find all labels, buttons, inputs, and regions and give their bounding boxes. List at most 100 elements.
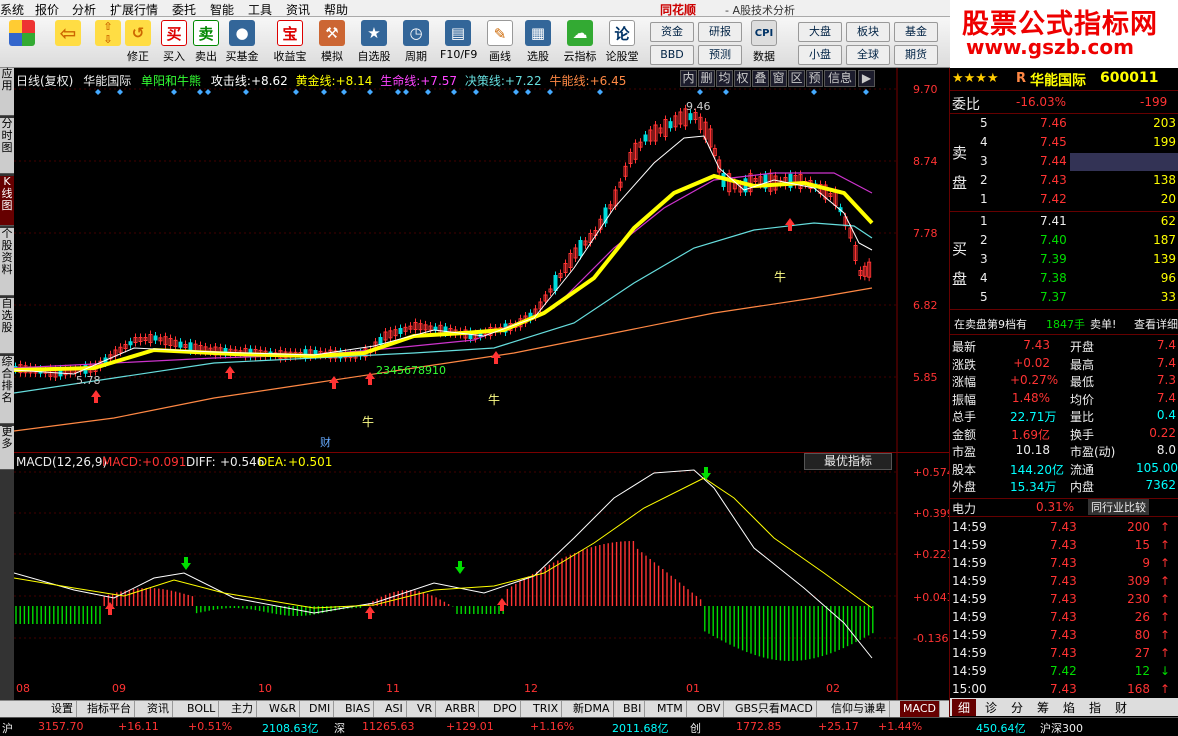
sell-button[interactable]: 卖卖出 — [188, 19, 224, 66]
stock-picker-button[interactable]: ▦ 选股 — [520, 19, 556, 66]
stat-value-2: 7362 — [1145, 478, 1176, 492]
tab-new-dma[interactable]: 新DMA — [570, 701, 614, 717]
sector-button[interactable]: 板块 — [846, 22, 890, 42]
ask-price: 7.46 — [1040, 116, 1067, 130]
menu-trade[interactable]: 委托 — [172, 1, 196, 18]
ask-price: 7.44 — [1040, 154, 1067, 168]
fund-button[interactable]: 基金 — [894, 22, 938, 42]
research-button[interactable]: 研报 — [698, 22, 742, 42]
tab-macd[interactable]: MACD — [900, 701, 940, 717]
menu-system[interactable]: 系统 — [0, 1, 24, 18]
tab-arbr[interactable]: ARBR — [442, 701, 480, 717]
bbd-button[interactable]: BBD — [650, 45, 694, 65]
sh-amount: 2108.63亿 — [262, 722, 319, 735]
tab-vr[interactable]: VR — [414, 701, 437, 717]
buy-fund-button[interactable]: ● 买基金 — [224, 19, 260, 66]
tab-news[interactable]: 资讯 — [144, 701, 173, 717]
sz-change: +129.01 — [446, 720, 494, 733]
bid-price: 7.41 — [1040, 214, 1067, 228]
forecast-button[interactable]: 预测 — [698, 45, 742, 65]
tab-chips[interactable]: 筹 — [1032, 699, 1054, 716]
tab-split[interactable]: 分 — [1006, 699, 1028, 716]
tab-dpo[interactable]: DPO — [490, 701, 521, 717]
tab-more[interactable]: 更多 — [0, 426, 14, 470]
sequence-annotation: 2345678910 — [376, 364, 446, 377]
tick-time: 14:59 — [952, 592, 987, 606]
buy-button[interactable]: 买买入 — [156, 19, 192, 66]
tab-finance[interactable]: 财 — [1110, 699, 1132, 716]
futures-button[interactable]: 期货 — [894, 45, 938, 65]
chart-area[interactable]: 日线(复权) 华能国际 单阳和牛熊 攻击线:+8.62 黄金线:+8.14 生命… — [14, 68, 954, 700]
tab-stock-info[interactable]: 个股资料 — [0, 228, 14, 296]
tab-main-force[interactable]: 主力 — [228, 701, 257, 717]
tab-boll[interactable]: BOLL — [184, 701, 220, 717]
tab-intraday[interactable]: 分时图 — [0, 118, 14, 174]
tab-index[interactable]: 指 — [1084, 699, 1106, 716]
signal-diamond — [513, 89, 519, 95]
tab-diagnose[interactable]: 诊 — [980, 699, 1002, 716]
l2-detail-link[interactable]: 查看详细 — [1134, 316, 1178, 332]
signal-diamonds — [95, 89, 869, 95]
signal-diamond — [243, 89, 249, 95]
tab-apps[interactable]: 应用 — [0, 68, 14, 116]
tab-indicator-platform[interactable]: 指标平台 — [84, 701, 135, 717]
tab-bbi[interactable]: BBI — [620, 701, 646, 717]
tab-bias[interactable]: BIAS — [342, 701, 375, 717]
data-button[interactable]: CPI 数据 — [746, 19, 782, 66]
cloud-indicator-label: 云指标 — [563, 50, 597, 63]
cloud-indicator-button[interactable]: ☁ 云指标 — [562, 19, 598, 66]
menu-news[interactable]: 资讯 — [286, 1, 310, 18]
forum-button[interactable]: 论论股堂 — [604, 19, 640, 66]
bid-price: 7.38 — [1040, 271, 1067, 285]
tab-detail[interactable]: 细 — [952, 699, 976, 716]
capital-button[interactable]: 资金 — [650, 22, 694, 42]
tab-ranking[interactable]: 综合排名 — [0, 356, 14, 424]
tab-flame[interactable]: 焰 — [1058, 699, 1080, 716]
tab-trix[interactable]: TRIX — [530, 701, 563, 717]
sector-compare-button[interactable]: 同行业比较 — [1088, 499, 1149, 515]
tab-asi[interactable]: ASI — [382, 701, 407, 717]
period-button[interactable]: ◷ 周期 — [398, 19, 434, 66]
macd-y-tick-5: -0.136 — [913, 632, 949, 645]
revise-button[interactable]: ↺ 修正 — [120, 19, 156, 66]
bid-volume: 187 — [1153, 233, 1176, 247]
market-button[interactable]: 大盘 — [798, 22, 842, 42]
tab-gbs-macd[interactable]: GBS只看MACD — [732, 701, 817, 717]
tab-settings[interactable]: 设置 — [48, 701, 77, 717]
x-tick-02: 02 — [826, 682, 840, 695]
draw-line-button[interactable]: ✎ 画线 — [482, 19, 518, 66]
tab-wr[interactable]: W&R — [266, 701, 301, 717]
tick-direction: ↑ — [1160, 538, 1171, 552]
stat-label: 涨幅 — [952, 375, 977, 389]
small-cap-button[interactable]: 小盘 — [798, 45, 842, 65]
simulate-button[interactable]: ⚒ 模拟 — [314, 19, 350, 66]
tab-obv[interactable]: OBV — [694, 701, 725, 717]
menu-quote[interactable]: 报价 — [35, 1, 59, 18]
tab-mtm[interactable]: MTM — [654, 701, 687, 717]
menu-tools[interactable]: 工具 — [248, 1, 272, 18]
watchlist-button[interactable]: ★ 自选股 — [356, 19, 392, 66]
tab-watchlist[interactable]: 自选股 — [0, 298, 14, 354]
tab-kline[interactable]: K线图 — [0, 176, 14, 226]
income-treasure-button[interactable]: 宝收益宝 — [272, 19, 308, 66]
back-button[interactable]: ⇦ — [50, 19, 86, 66]
chart-icon: ▦ — [525, 20, 551, 46]
menu-analysis[interactable]: 分析 — [72, 1, 96, 18]
x-tick-12: 12 — [524, 682, 538, 695]
tick-volume: 26 — [1134, 610, 1150, 624]
menu-help[interactable]: 帮助 — [324, 1, 348, 18]
brand-banner: 股票公式指标网 www.gszb.com — [950, 0, 1178, 68]
tab-dmi[interactable]: DMI — [306, 701, 335, 717]
signal-diamond — [403, 89, 409, 95]
menu-smart[interactable]: 智能 — [210, 1, 234, 18]
tab-faith[interactable]: 信仰与谦卑 — [828, 701, 890, 717]
grid-button[interactable] — [4, 19, 40, 66]
global-button[interactable]: 全球 — [846, 45, 890, 65]
sell-label: 卖盘 — [952, 144, 968, 192]
menu-extended-market[interactable]: 扩展行情 — [110, 1, 158, 18]
signal-diamond — [451, 89, 457, 95]
stat-value: 7.43 — [1023, 338, 1050, 352]
best-indicator-button[interactable]: 最优指标 — [804, 453, 892, 470]
f10-button[interactable]: ▤ F10/F9 — [440, 19, 477, 66]
data-label: 数据 — [753, 50, 775, 63]
